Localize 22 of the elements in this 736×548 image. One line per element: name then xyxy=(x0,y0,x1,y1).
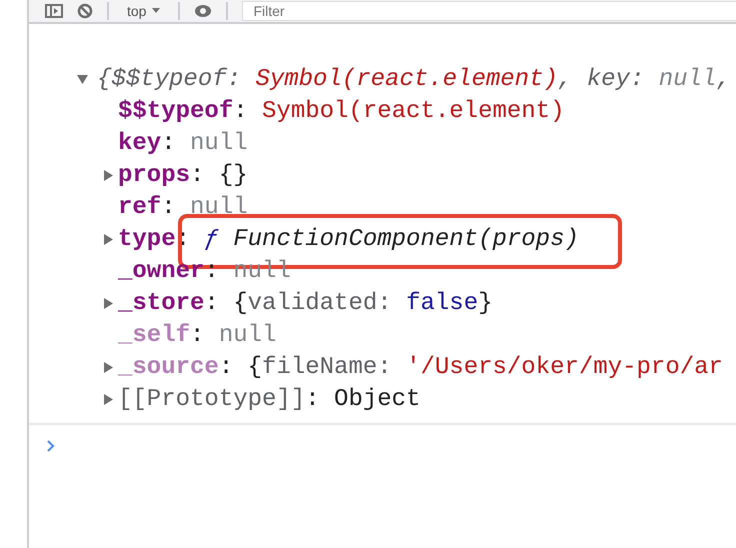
expand-triangle-icon[interactable] xyxy=(104,234,113,244)
expand-triangle-icon[interactable] xyxy=(104,170,113,180)
property-line: _store: {validated: false} xyxy=(118,290,492,316)
property-line: $$typeof: Symbol(react.element) xyxy=(118,98,564,124)
prompt-chevron-icon[interactable] xyxy=(47,440,55,452)
expand-triangle-icon[interactable] xyxy=(104,394,113,404)
property-line: key: null xyxy=(118,130,248,156)
filter-field[interactable]: Filter xyxy=(242,1,736,21)
expand-triangle-icon[interactable] xyxy=(77,74,88,84)
property-line: _source: {fileName: '/Users/oker/my-pro/ar xyxy=(118,354,723,380)
expand-triangle-icon[interactable] xyxy=(104,362,113,372)
sidebar-toggle-icon[interactable] xyxy=(45,4,63,18)
property-line: [[Prototype]]: Object xyxy=(118,386,420,412)
property-line: _self: null xyxy=(118,322,276,348)
eye-icon[interactable] xyxy=(194,4,212,18)
property-line: props: {} xyxy=(118,162,248,188)
object-preview-line: {$$typeof: Symbol(react.element), key: null, xyxy=(97,66,731,92)
caret-icon xyxy=(152,8,160,14)
expand-triangle-icon[interactable] xyxy=(104,298,113,308)
property-line: ref: null xyxy=(118,194,248,220)
clear-console-icon[interactable] xyxy=(77,3,93,19)
context-selector[interactable]: top xyxy=(123,3,164,19)
